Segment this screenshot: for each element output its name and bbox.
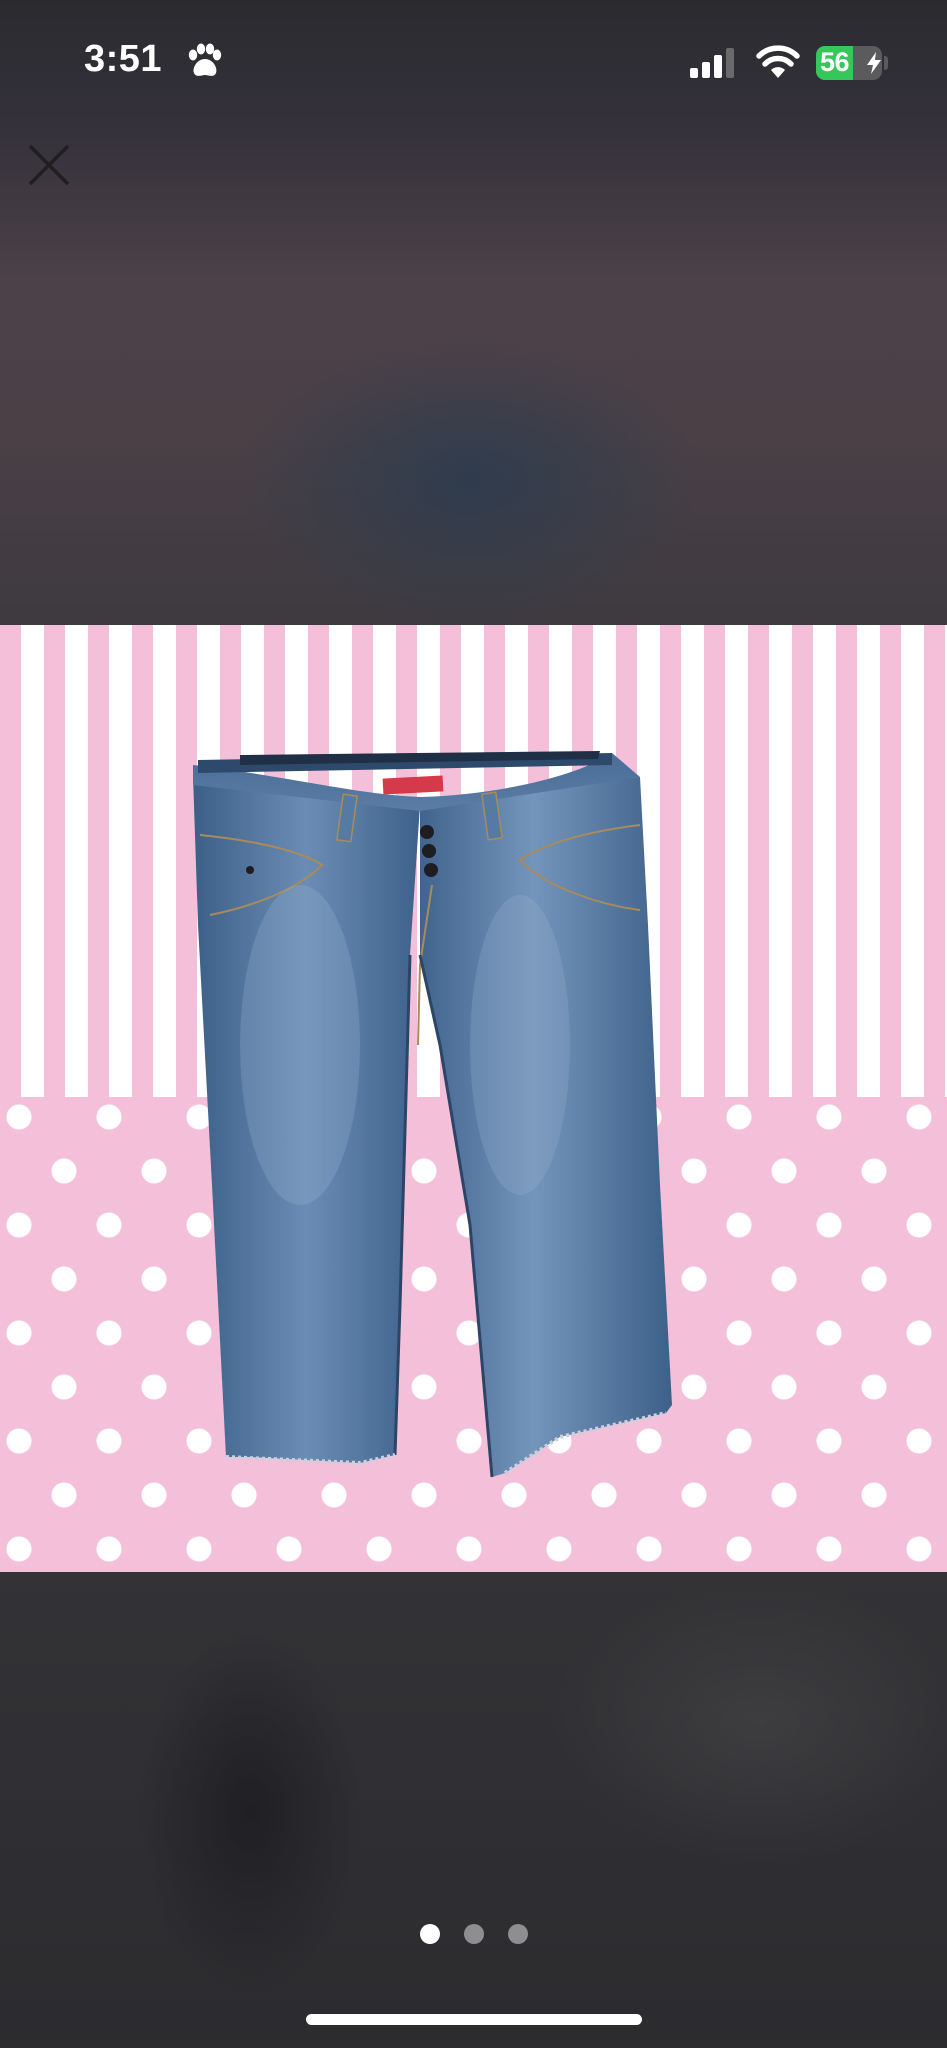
page-indicator[interactable] bbox=[0, 1924, 947, 1946]
page-dot[interactable] bbox=[419, 1924, 440, 1944]
page-dot[interactable] bbox=[463, 1924, 484, 1944]
battery-cap bbox=[884, 56, 888, 70]
status-bar: 3:51 56 bbox=[0, 0, 947, 120]
page-dot[interactable] bbox=[507, 1924, 528, 1944]
home-indicator[interactable] bbox=[306, 2014, 642, 2025]
paw-icon bbox=[188, 43, 222, 76]
wifi-icon bbox=[756, 45, 800, 78]
battery-icon: 56 bbox=[816, 46, 882, 80]
charging-bolt-icon bbox=[867, 52, 881, 74]
status-time: 3:51 bbox=[84, 38, 163, 80]
blurred-background-bottom bbox=[0, 1572, 947, 2048]
denim-bermuda-shorts bbox=[193, 751, 672, 1478]
cellular-signal-icon bbox=[690, 48, 734, 78]
close-icon[interactable] bbox=[24, 140, 74, 190]
product-image[interactable] bbox=[0, 625, 947, 1572]
battery-percentage: 56 bbox=[820, 47, 850, 77]
